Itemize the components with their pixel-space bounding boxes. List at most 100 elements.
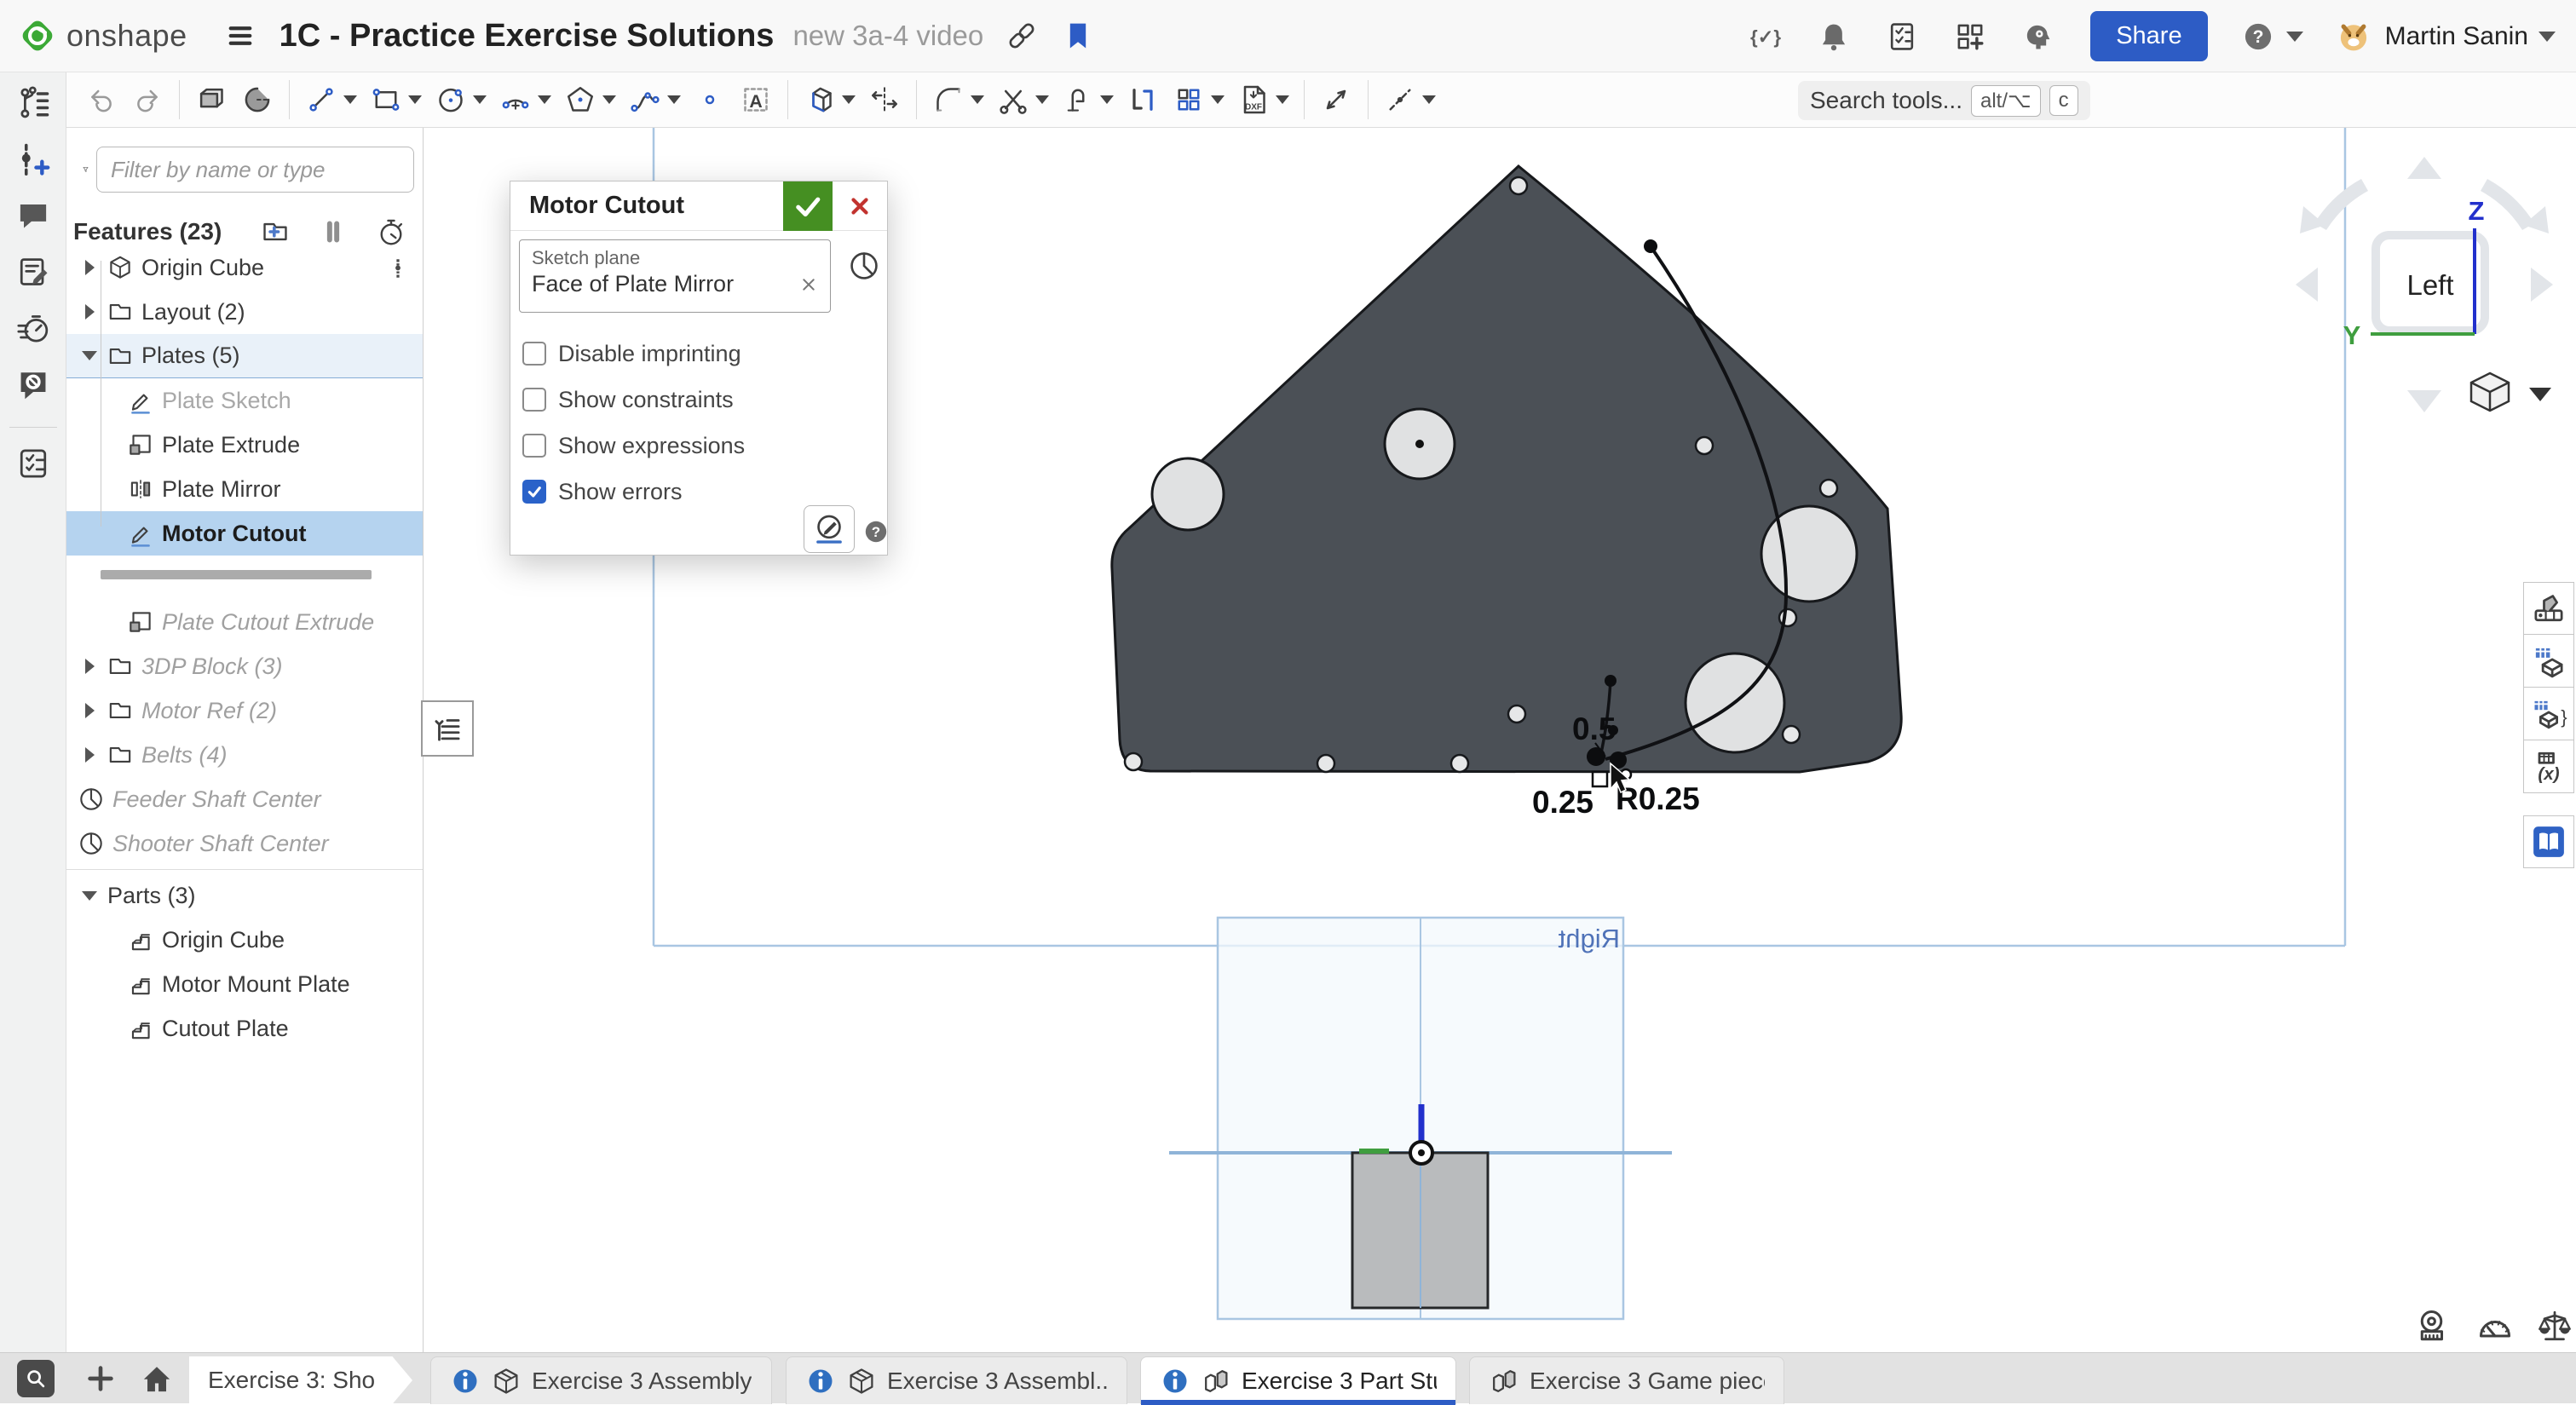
dialog-header[interactable]: Motor Cutout (510, 181, 887, 231)
line-tool[interactable] (298, 77, 363, 123)
expand-icon[interactable] (77, 698, 102, 723)
part-motor-mount-plate[interactable]: Motor Mount Plate (66, 962, 423, 1006)
tab-exercise-3-assembl[interactable]: Exercise 3 Assembl... (786, 1356, 1127, 1404)
fillet-dropdown-icon[interactable] (971, 95, 984, 104)
checkbox-show-expressions[interactable] (522, 434, 546, 458)
suppress-icon[interactable] (317, 216, 349, 248)
mirror-tool[interactable] (1120, 77, 1166, 123)
option-show-constraints[interactable]: Show constraints (522, 381, 734, 418)
view-options-caret-icon[interactable] (2529, 388, 2551, 401)
transform-tool[interactable] (797, 77, 862, 123)
feature-plate-extrude[interactable]: Plate Extrude (66, 423, 423, 467)
apps-icon[interactable] (1952, 19, 1988, 55)
motor-mount-plate[interactable]: 0.5 0.25 R0.25 (1112, 166, 1901, 820)
new-folder-icon[interactable] (259, 216, 291, 248)
featurescript-icon[interactable]: {✓} (1748, 19, 1784, 55)
construction-dropdown-icon[interactable] (1422, 95, 1436, 104)
workspace-name[interactable]: new 3a-4 video (792, 20, 983, 52)
feature-motor-cutout[interactable]: Motor Cutout (66, 511, 423, 556)
filter-icon[interactable] (82, 154, 89, 185)
option-disable-imprinting[interactable]: Disable imprinting (522, 335, 741, 372)
offset-dropdown-icon[interactable] (1100, 95, 1114, 104)
configured-features-button[interactable]: } (2523, 688, 2574, 740)
checkbox-show-constraints[interactable] (522, 388, 546, 412)
expand-icon[interactable] (77, 299, 102, 325)
sketch-plane-field[interactable]: Sketch plane Face of Plate Mirror (519, 239, 831, 313)
part-origin-cube[interactable]: Origin Cube (66, 918, 423, 962)
comments-icon[interactable] (14, 197, 52, 234)
tab-search-button[interactable] (17, 1360, 55, 1397)
collapse-icon[interactable] (77, 343, 102, 369)
appearance-button[interactable] (2523, 582, 2574, 635)
rectangle-tool[interactable] (363, 77, 428, 123)
dimension-0-5[interactable]: 0.5 (1572, 711, 1616, 746)
circle-tool[interactable] (428, 77, 493, 123)
dialog-help-icon[interactable]: ? (862, 517, 890, 546)
learning-center-button[interactable] (2523, 815, 2574, 868)
collapse-icon[interactable] (77, 883, 102, 908)
user-caret-icon[interactable] (2539, 32, 2556, 42)
feature-plates-folder[interactable]: Plates (5) (66, 334, 423, 378)
onshape-logo[interactable]: onshape (15, 14, 187, 58)
transform-dropdown-icon[interactable] (842, 95, 856, 104)
community-help-icon[interactable] (14, 366, 52, 403)
expand-icon[interactable] (77, 255, 102, 280)
info-icon[interactable] (1160, 1366, 1190, 1396)
hole-center-point[interactable] (1415, 440, 1424, 448)
rectangle-dropdown-icon[interactable] (408, 95, 422, 104)
view-mode-cube-icon[interactable] (2471, 373, 2509, 411)
versions-icon[interactable] (14, 84, 52, 122)
checkbox-show-errors[interactable] (522, 480, 546, 504)
feature-motor-ref-folder[interactable]: Motor Ref (2) (66, 688, 423, 733)
spline-tool[interactable] (622, 77, 687, 123)
info-icon[interactable] (450, 1366, 481, 1396)
clear-selection-icon[interactable] (798, 274, 820, 296)
drag-handle-icon[interactable] (387, 250, 409, 285)
polygon-dropdown-icon[interactable] (602, 95, 616, 104)
checkbox-disable-imprinting[interactable] (522, 342, 546, 366)
user-name[interactable]: Martin Sanin (2385, 22, 2528, 51)
collapse-panel-button[interactable] (421, 700, 474, 757)
checklist-icon[interactable] (14, 445, 52, 482)
follow-flag-icon[interactable] (1060, 18, 1096, 54)
spline-dropdown-icon[interactable] (667, 95, 681, 104)
info-icon[interactable] (805, 1366, 836, 1396)
trim-dropdown-icon[interactable] (1035, 95, 1049, 104)
sketch-plane-value[interactable]: Face of Plate Mirror (532, 271, 798, 297)
feature-belts-folder[interactable]: Belts (4) (66, 733, 423, 777)
measure-tape-icon[interactable] (2415, 1305, 2456, 1346)
fillet-tool[interactable] (925, 77, 990, 123)
pattern-tool[interactable] (1166, 77, 1230, 123)
confirm-button[interactable] (783, 181, 833, 231)
mass-properties-icon[interactable] (2534, 1305, 2575, 1346)
add-tab-button[interactable] (82, 1360, 119, 1397)
undo-button[interactable] (78, 77, 124, 123)
expand-icon[interactable] (77, 654, 102, 679)
performance-icon[interactable] (14, 309, 52, 347)
tab-exercise-3-assembly[interactable]: Exercise 3 Assembly (430, 1356, 772, 1404)
tab-exercise-3-game-piece[interactable]: Exercise 3 Game piece (1469, 1356, 1784, 1404)
arc-dropdown-icon[interactable] (538, 95, 551, 104)
variables-button[interactable]: (x) (2523, 740, 2574, 793)
circle-dropdown-icon[interactable] (473, 95, 487, 104)
offset-tool[interactable] (1055, 77, 1120, 123)
avatar[interactable] (2336, 19, 2371, 55)
dimension-handle[interactable] (1593, 772, 1607, 786)
view-cube[interactable]: Left Z Y (2296, 157, 2553, 412)
protractor-icon[interactable] (2475, 1305, 2515, 1346)
measure-tool[interactable] (1313, 77, 1359, 123)
option-show-errors[interactable]: Show errors (522, 473, 683, 510)
part-cutout-plate[interactable]: Cutout Plate (66, 1006, 423, 1051)
parts-section[interactable]: Parts (3) (66, 873, 423, 918)
regen-time-icon[interactable] (375, 216, 407, 248)
share-button[interactable]: Share (2090, 11, 2207, 61)
mate-connector-toggle-icon[interactable] (846, 248, 882, 284)
edit-sketch-button[interactable] (804, 505, 855, 553)
polygon-tool[interactable] (557, 77, 622, 123)
feature-layout-folder[interactable]: Layout (2) (66, 290, 423, 334)
feature-plate-mirror[interactable]: Plate Mirror (66, 467, 423, 511)
option-show-expressions[interactable]: Show expressions (522, 427, 745, 464)
configurations-button[interactable] (2523, 635, 2574, 688)
main-menu-icon[interactable] (223, 19, 257, 53)
create-version-icon[interactable] (14, 141, 52, 178)
